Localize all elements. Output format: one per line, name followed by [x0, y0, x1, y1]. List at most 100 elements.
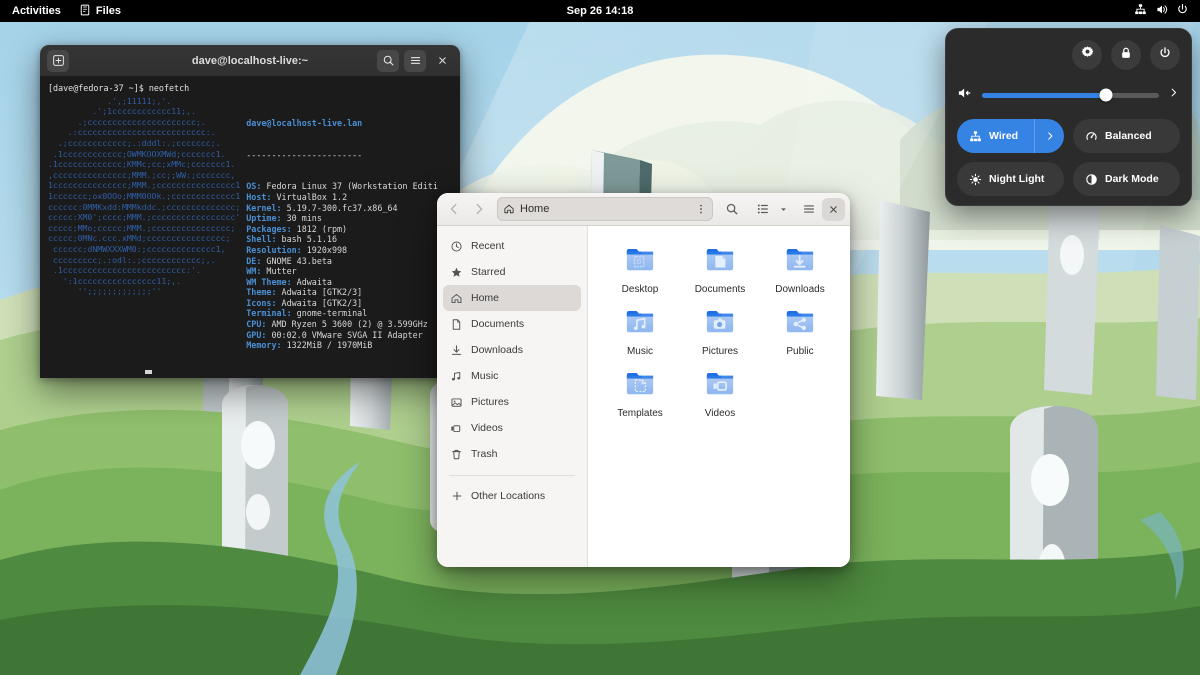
neofetch-key: Theme:	[246, 287, 282, 298]
new-tab-button[interactable]	[47, 49, 69, 72]
neofetch-row: Host: VirtualBox 1.2	[246, 192, 438, 203]
settings-button[interactable]	[1072, 40, 1102, 70]
folder-label: Videos	[704, 408, 736, 419]
folder-item-videos[interactable]: Videos	[681, 364, 759, 426]
neofetch-value: Adwaita [GTK2/3]	[281, 287, 363, 298]
folder-icon	[623, 304, 657, 343]
files-headerbar: Home	[437, 193, 850, 226]
neofetch-row: Shell: bash 5.1.16	[246, 234, 438, 245]
sidebar-item-label: Home	[471, 292, 500, 304]
files-search-button[interactable]	[720, 198, 743, 221]
folder-item-desktop[interactable]: D Desktop	[601, 240, 679, 302]
folder-icon	[783, 242, 817, 281]
sidebar-item-starred[interactable]: Starred	[443, 259, 581, 285]
quick-toggle-balanced[interactable]: Balanced	[1073, 119, 1180, 153]
system-status-area[interactable]	[1127, 0, 1196, 22]
quick-toggle-dark-mode[interactable]: Dark Mode	[1073, 162, 1180, 196]
power-icon	[1176, 3, 1189, 19]
kebab-menu-icon[interactable]	[695, 203, 707, 215]
sidebar-item-label: Pictures	[471, 396, 509, 408]
volume-slider-knob[interactable]	[1099, 88, 1113, 102]
neofetch-key: WM Theme:	[246, 276, 297, 287]
terminal-body[interactable]: [dave@fedora-37 ~]$ neofetch .',;11111;,…	[40, 77, 460, 378]
folder-item-pictures[interactable]: Pictures	[681, 302, 759, 364]
sidebar-item-videos[interactable]: Videos	[443, 415, 581, 441]
neofetch-key: Packages:	[246, 223, 297, 234]
lock-button[interactable]	[1111, 40, 1141, 70]
folder-label: Documents	[694, 284, 746, 295]
quick-toggle-label: Dark Mode	[1105, 173, 1159, 185]
terminal-close-button[interactable]	[431, 50, 453, 72]
folder-label: Music	[626, 346, 654, 357]
lock-icon	[1119, 46, 1133, 65]
view-toggle-button[interactable]	[751, 198, 774, 221]
music-icon	[450, 370, 463, 383]
files-sidebar: Recent Starred Home Documents Downloads Music…	[437, 226, 588, 567]
neofetch-row: WM: Mutter	[246, 266, 438, 277]
terminal-prompt-line: [dave@fedora-37 ~]$ neofetch	[48, 83, 190, 93]
files-window: Home Recent Starred Home Documents Downl…	[437, 193, 850, 567]
neofetch-row: Kernel: 5.19.7-300.fc37.x86_64	[246, 203, 438, 214]
files-menu-button[interactable]	[797, 198, 820, 221]
neofetch-row: Packages: 1812 (rpm)	[246, 224, 438, 235]
back-button[interactable]	[442, 198, 465, 221]
folder-item-music[interactable]: Music	[601, 302, 679, 364]
video-icon	[450, 422, 463, 435]
neofetch-key: Icons:	[246, 297, 282, 308]
view-dropdown-button[interactable]	[776, 198, 791, 221]
sidebar-item-label: Starred	[471, 266, 506, 278]
neofetch-key: CPU:	[246, 319, 272, 330]
clock-button[interactable]: Sep 26 14:18	[557, 0, 644, 22]
sidebar-item-home[interactable]: Home	[443, 285, 581, 311]
app-menu-files[interactable]: Files	[70, 0, 130, 22]
folder-label: Pictures	[701, 346, 739, 357]
terminal-menu-button[interactable]	[404, 49, 426, 72]
path-bar-home[interactable]: Home	[497, 197, 713, 221]
neofetch-info: dave@localhost-live.lan ----------------…	[246, 96, 438, 378]
neofetch-value: 5.19.7-300.fc37.x86_64	[286, 202, 398, 213]
sidebar-item-pictures[interactable]: Pictures	[443, 389, 581, 415]
sidebar-item-trash[interactable]: Trash	[443, 441, 581, 467]
sidebar-item-music[interactable]: Music	[443, 363, 581, 389]
network-wired-icon	[968, 130, 982, 143]
neofetch-key: Uptime:	[246, 213, 287, 224]
neofetch-row: OS: Fedora Linux 37 (Workstation Editi	[246, 181, 438, 192]
terminal-search-button[interactable]	[377, 49, 399, 72]
power-icon	[1158, 46, 1172, 65]
neofetch-key: DE:	[246, 255, 267, 266]
home-icon	[503, 203, 515, 215]
folder-item-downloads[interactable]: Downloads	[761, 240, 839, 302]
forward-button[interactable]	[467, 198, 490, 221]
folder-item-public[interactable]: Public	[761, 302, 839, 364]
sidebar-item-recent[interactable]: Recent	[443, 233, 581, 259]
folder-item-documents[interactable]: Documents	[681, 240, 759, 302]
chevron-right-icon[interactable]	[1168, 86, 1180, 104]
folder-icon	[703, 242, 737, 281]
neofetch-key: Kernel:	[246, 202, 287, 213]
volume-icon[interactable]	[957, 86, 973, 105]
neofetch-value: Mutter	[266, 266, 297, 277]
folder-label: Downloads	[775, 284, 825, 295]
files-close-button[interactable]	[822, 197, 845, 221]
download-icon	[450, 344, 463, 357]
contrast-icon	[1084, 173, 1098, 186]
power-button[interactable]	[1150, 40, 1180, 70]
neofetch-row: Uptime: 30 mins	[246, 213, 438, 224]
activities-button[interactable]: Activities	[3, 0, 70, 22]
folder-icon	[703, 304, 737, 343]
quick-settings-panel: Wired Balanced Night Light Dark Mode	[945, 28, 1192, 206]
quick-toggle-wired[interactable]: Wired	[957, 119, 1064, 153]
volume-slider[interactable]	[982, 88, 1159, 102]
activities-label: Activities	[12, 5, 61, 17]
neofetch-value: bash 5.1.16	[281, 234, 338, 245]
sidebar-item-documents[interactable]: Documents	[443, 311, 581, 337]
folder-item-templates[interactable]: Templates	[601, 364, 679, 426]
neofetch-row: Icons: Adwaita [GTK2/3]	[246, 298, 438, 309]
neofetch-value: Adwaita	[296, 276, 332, 287]
sidebar-item-other-locations[interactable]: Other Locations	[443, 483, 581, 509]
quick-toggle-night-light[interactable]: Night Light	[957, 162, 1064, 196]
sidebar-item-downloads[interactable]: Downloads	[443, 337, 581, 363]
neofetch-value: 1812 (rpm)	[296, 223, 348, 234]
terminal-titlebar[interactable]: dave@localhost-live:~	[40, 45, 460, 77]
quick-toggle-expand-wired[interactable]	[1034, 119, 1064, 153]
